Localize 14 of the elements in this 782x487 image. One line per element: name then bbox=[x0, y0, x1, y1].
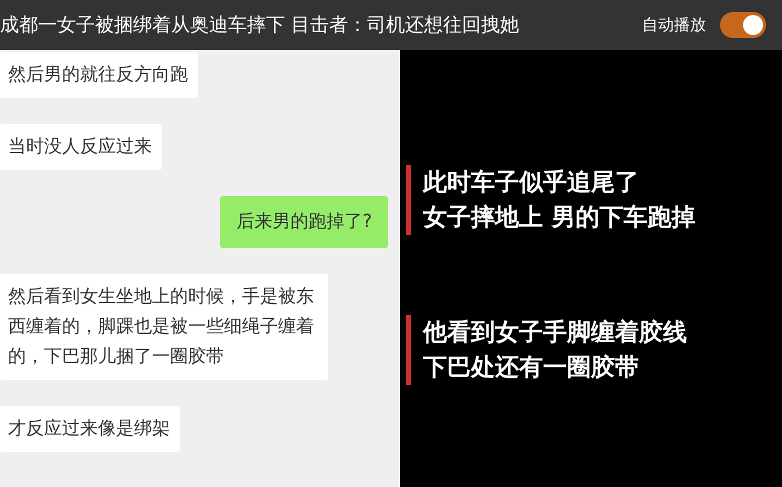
caption-text: 此时车子似乎追尾了 bbox=[423, 167, 640, 198]
chat-bubble: 当时没人反应过来 bbox=[0, 124, 162, 170]
video-title: 成都一女子被捆绑着从奥迪车摔下 目击者：司机还想往回拽她 bbox=[0, 13, 520, 38]
autoplay-label: 自动播放 bbox=[642, 14, 706, 36]
autoplay-toggle[interactable] bbox=[720, 12, 766, 38]
chat-bubble: 才反应过来像是绑架 bbox=[0, 406, 180, 452]
chat-bubble: 然后男的就往反方向跑 bbox=[0, 52, 198, 98]
caption-text: 他看到女子手脚缠着胶线 bbox=[423, 317, 687, 348]
caption-bar bbox=[406, 315, 411, 385]
chat-bubble: 然后看到女生坐地上的时候，手是被东西缠着的，脚踝也是被一些细绳子缠着的，下巴那儿捆了一圈胶带 bbox=[0, 274, 328, 380]
caption-bar bbox=[406, 165, 411, 235]
chat-bubble: 后来男的跑掉了? bbox=[220, 196, 388, 248]
caption-text: 女子摔地上 男的下车跑掉 bbox=[423, 202, 696, 233]
caption-text: 下巴处还有一圈胶带 bbox=[423, 352, 640, 383]
